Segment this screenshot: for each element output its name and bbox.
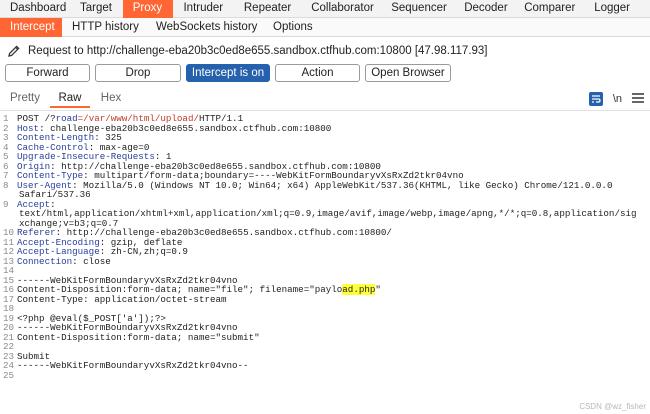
tab-extender-truncated[interactable]: Ex — [640, 0, 650, 18]
tab-decoder[interactable]: Decoder — [454, 0, 514, 18]
tab-pretty[interactable]: Pretty — [0, 90, 50, 108]
editor-line: 25 — [0, 369, 650, 381]
newline-toggle[interactable]: \n — [613, 93, 622, 105]
forward-button[interactable]: Forward — [5, 64, 90, 82]
line-text: : zh-CN,zh;q=0.9 — [99, 246, 188, 257]
search-highlight: ad.php — [342, 284, 376, 295]
intercept-toggle-button[interactable]: Intercept is on — [186, 64, 270, 82]
watermark-text: CSDN @wz_fisher — [579, 402, 646, 411]
tab-hex[interactable]: Hex — [90, 90, 132, 108]
tab-collaborator[interactable]: Collaborator — [301, 0, 381, 18]
line-number: 25 — [3, 369, 15, 381]
line-text: Content-Type: application/octet-stream — [17, 293, 227, 305]
top-tab-bar: Dashboard Target Proxy Intruder Repeater… — [0, 0, 650, 18]
tab-target[interactable]: Target — [70, 0, 123, 18]
raw-request-editor[interactable]: 1 POST /?road=/var/www/html/upload/HTTP/1… — [0, 110, 650, 414]
tab-logger[interactable]: Logger — [584, 0, 640, 18]
action-button[interactable]: Action — [275, 64, 360, 82]
pencil-icon[interactable] — [6, 43, 22, 59]
editor-line: 8 User-Agent: Mozilla/5.0 (Windows NT 10.… — [0, 179, 650, 191]
tab-http-history[interactable]: HTTP history — [62, 18, 146, 37]
line-number: 9 — [3, 198, 9, 210]
request-target: Request to http://challenge-eba20b3c0ed8… — [0, 40, 650, 62]
tab-sequencer[interactable]: Sequencer — [381, 0, 454, 18]
editor-line: 24 ------WebKitFormBoundaryvXsRxZd2tkr04v… — [0, 361, 650, 371]
line-text: " — [375, 284, 381, 295]
tab-repeater[interactable]: Repeater — [234, 0, 301, 18]
tab-intercept[interactable]: Intercept — [0, 18, 62, 37]
tab-proxy[interactable]: Proxy — [122, 0, 174, 18]
message-view-tabs: Pretty Raw Hex — [0, 90, 650, 108]
tab-raw[interactable]: Raw — [50, 90, 90, 108]
tab-dashboard[interactable]: Dashboard — [0, 0, 70, 18]
line-text: : close — [72, 255, 111, 267]
editor-line: 21 Content-Disposition:form-data; name="s… — [0, 331, 650, 343]
header-name: Connection — [17, 255, 73, 267]
wrap-icon[interactable] — [588, 92, 603, 106]
editor-line: 13 Connection: close — [0, 255, 650, 267]
menu-icon[interactable] — [632, 92, 644, 106]
drop-button[interactable]: Drop — [95, 64, 181, 82]
tab-websockets-history[interactable]: WebSockets history — [146, 18, 263, 37]
line-number: 8 — [3, 179, 9, 191]
editor-line: Safari/537.36 — [0, 190, 650, 200]
tab-intruder[interactable]: Intruder — [173, 0, 233, 18]
open-browser-button[interactable]: Open Browser — [365, 64, 451, 82]
proxy-sub-tab-bar: Intercept HTTP history WebSockets histor… — [0, 18, 650, 37]
tab-comparer[interactable]: Comparer — [514, 0, 584, 18]
editor-line: 22 — [0, 342, 650, 352]
request-url-label: Request to http://challenge-eba20b3c0ed8… — [28, 45, 488, 57]
line-text: ------WebKitFormBoundaryvXsRxZd2tkr04vno… — [17, 360, 249, 371]
tab-options[interactable]: Options — [263, 18, 323, 37]
intercept-button-bar: Forward Drop Intercept is on Action Open… — [5, 64, 456, 82]
editor-line: 17 Content-Type: application/octet-stream — [0, 293, 650, 305]
editor-toolbar: \n — [579, 91, 644, 107]
line-text: Content-Disposition:form-data; name="sub… — [17, 331, 260, 343]
line-text: : Mozilla/5.0 (Windows NT 10.0; Win64; x… — [72, 179, 613, 191]
